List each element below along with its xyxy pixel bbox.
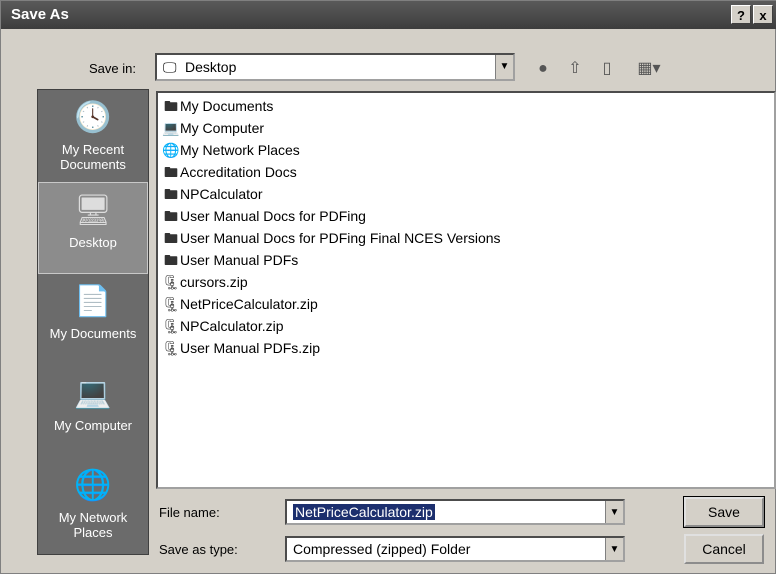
place-my-network-places[interactable]: 🌐 My Network Places bbox=[38, 458, 148, 550]
title-bar[interactable]: Save As ? x bbox=[1, 1, 776, 29]
list-item[interactable]: 🖿 User Manual PDFs bbox=[162, 249, 298, 271]
cancel-button[interactable]: Cancel bbox=[684, 534, 764, 564]
place-my-documents[interactable]: 📄 My Documents bbox=[38, 274, 148, 366]
desktop-icon: 🖵 bbox=[163, 59, 177, 75]
folder-icon: 🖿 bbox=[164, 98, 178, 114]
zip-folder-icon: 🗜 bbox=[162, 340, 180, 356]
my-documents-icon: 📄 bbox=[74, 285, 112, 318]
folder-icon: 🖿 bbox=[164, 208, 178, 224]
file-name: NPCalculator bbox=[180, 186, 263, 202]
chevron-down-icon[interactable]: ▼ bbox=[495, 55, 513, 79]
file-name-input[interactable]: NetPriceCalculator.zip ▼ bbox=[285, 499, 625, 525]
save-type-value: Compressed (zipped) Folder bbox=[293, 541, 471, 557]
list-item[interactable]: 💻My Computer bbox=[162, 117, 264, 139]
network-icon: 🌐 bbox=[162, 142, 180, 158]
file-name: My Computer bbox=[180, 120, 265, 136]
file-name: Accreditation Docs bbox=[180, 164, 297, 180]
my-computer-icon: 💻 bbox=[74, 377, 112, 410]
place-label: Desktop bbox=[69, 235, 117, 250]
folder-icon: 🖿 bbox=[164, 252, 178, 268]
window-title: Save As bbox=[11, 6, 69, 23]
save-type-dropdown[interactable]: Compressed (zipped) Folder ▼ bbox=[285, 536, 625, 562]
list-item[interactable]: 🖿 User Manual Docs for PDFing Final NCES … bbox=[162, 227, 501, 249]
file-name: My Network Places bbox=[180, 142, 300, 158]
list-item[interactable]: 🖿 User Manual Docs for PDFing bbox=[162, 205, 366, 227]
places-bar: 🕓 My Recent Documents 🖥 Desktop 📄 My Doc… bbox=[37, 89, 149, 555]
file-name: NPCalculator.zip bbox=[180, 318, 284, 334]
file-name: My Documents bbox=[180, 98, 274, 114]
recent-documents-icon: 🕓 bbox=[74, 101, 112, 134]
folder-icon: 🖿 bbox=[164, 230, 178, 246]
zip-folder-icon: 🗜 bbox=[162, 274, 180, 290]
zip-folder-icon: 🗜 bbox=[162, 296, 180, 312]
place-label: My Computer bbox=[53, 418, 133, 433]
folder-icon: 🖿 bbox=[164, 186, 178, 202]
chevron-down-icon[interactable]: ▼ bbox=[605, 538, 623, 560]
list-item[interactable]: 🖿 Accreditation Docs bbox=[162, 161, 297, 183]
list-item[interactable]: 🌐My Network Places bbox=[162, 139, 300, 161]
network-places-icon: 🌐 bbox=[74, 469, 112, 502]
list-item[interactable]: 🗜cursors.zip bbox=[162, 271, 248, 293]
file-name: NetPriceCalculator.zip bbox=[180, 296, 318, 312]
file-name: User Manual Docs for PDFing Final NCES V… bbox=[180, 230, 501, 246]
chevron-down-icon[interactable]: ▼ bbox=[605, 501, 623, 523]
file-list[interactable]: 🖿 My Documents 💻My Computer 🌐My Network P… bbox=[156, 91, 776, 489]
back-icon[interactable]: ● bbox=[531, 57, 555, 81]
list-item[interactable]: 🖿 My Documents bbox=[162, 95, 273, 117]
zip-folder-icon: 🗜 bbox=[162, 318, 180, 334]
file-name: User Manual PDFs bbox=[180, 252, 299, 268]
file-name: User Manual Docs for PDFing bbox=[180, 208, 366, 224]
list-item[interactable]: 🗜NetPriceCalculator.zip bbox=[162, 293, 318, 315]
list-item[interactable]: 🖿 NPCalculator bbox=[162, 183, 262, 205]
save-as-dialog: Save As ? x Save in: 🖵 Desktop ▼ ● ⇧ ▯ ▦… bbox=[0, 0, 776, 574]
close-button[interactable]: x bbox=[753, 5, 773, 24]
save-in-value: Desktop bbox=[185, 59, 237, 75]
file-name: cursors.zip bbox=[180, 274, 248, 290]
help-button[interactable]: ? bbox=[731, 5, 751, 24]
save-type-label: Save as type: bbox=[159, 542, 238, 557]
folder-icon: 🖿 bbox=[164, 164, 178, 180]
save-in-dropdown[interactable]: 🖵 Desktop ▼ bbox=[155, 53, 515, 81]
list-item[interactable]: 🗜User Manual PDFs.zip bbox=[162, 337, 320, 359]
desktop-icon: 🖥 bbox=[73, 194, 113, 227]
file-name-label: File name: bbox=[159, 505, 220, 520]
computer-icon: 💻 bbox=[162, 120, 180, 136]
new-folder-icon[interactable]: ▯ bbox=[595, 57, 619, 81]
place-label: My Documents bbox=[49, 326, 137, 341]
list-item[interactable]: 🗜NPCalculator.zip bbox=[162, 315, 284, 337]
up-folder-icon[interactable]: ⇧ bbox=[563, 57, 587, 81]
save-button[interactable]: Save bbox=[683, 496, 765, 528]
place-my-computer[interactable]: 💻 My Computer bbox=[38, 366, 148, 458]
file-name-value: NetPriceCalculator.zip bbox=[293, 504, 435, 520]
save-in-label: Save in: bbox=[89, 61, 136, 76]
views-icon[interactable]: ▦▾ bbox=[629, 57, 669, 81]
place-desktop[interactable]: 🖥 Desktop bbox=[38, 182, 148, 274]
place-label: My Recent Documents bbox=[60, 142, 126, 172]
file-name: User Manual PDFs.zip bbox=[180, 340, 321, 356]
place-my-recent-documents[interactable]: 🕓 My Recent Documents bbox=[38, 90, 148, 182]
place-label: My Network Places bbox=[58, 510, 128, 540]
